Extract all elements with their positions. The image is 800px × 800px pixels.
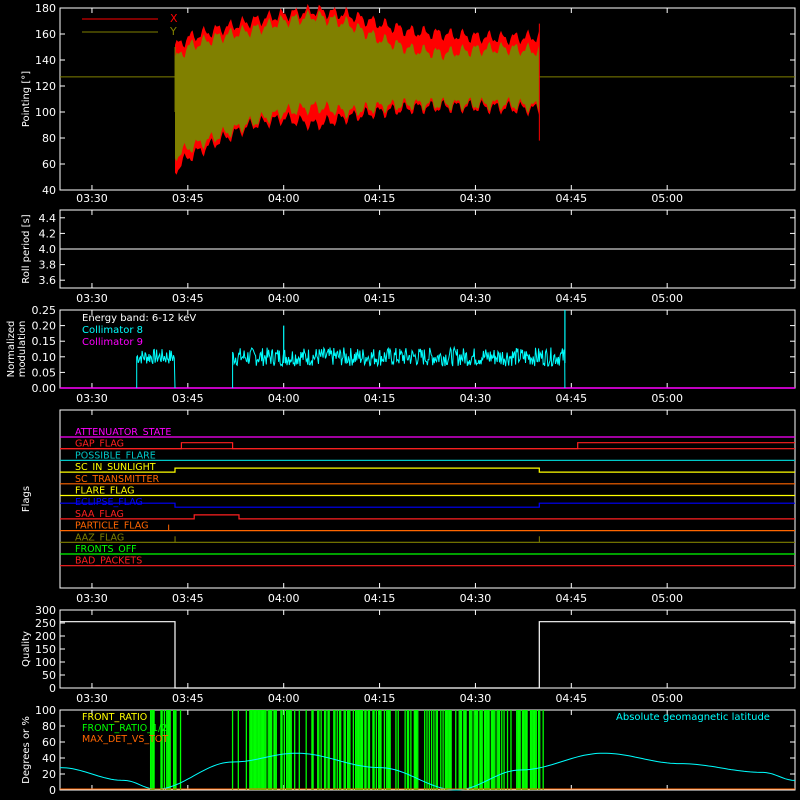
geomag-ytick-label: 0	[49, 784, 56, 797]
modulation-ylabel: Normalized	[6, 321, 17, 378]
legend-front-ratio-1-2: FRONT_RATIO_1/2	[82, 723, 167, 734]
flags-ylabel: Flags	[21, 486, 32, 512]
roll-xtick-label: 04:45	[555, 292, 587, 305]
geomag-ytick-label: 100	[35, 704, 56, 717]
pointing-ytick-label: 120	[35, 80, 56, 93]
pointing-ytick-label: 160	[35, 28, 56, 41]
roll-xtick-label: 04:30	[460, 292, 492, 305]
modulation-xtick-label: 04:30	[460, 392, 492, 405]
roll-ytick-label: 3.8	[39, 259, 57, 272]
quality-ytick-label: 300	[35, 604, 56, 617]
modulation-ytick-label: 0.00	[32, 382, 57, 395]
legend-max-det-vs-tot: MAX_DET_VS_TOT	[82, 734, 168, 745]
quality-xtick-label: 04:30	[460, 692, 492, 705]
pointing-ytick-label: 180	[35, 2, 56, 15]
roll-xtick-label: 04:00	[268, 292, 300, 305]
flags-xtick-label: 04:45	[555, 592, 587, 605]
legend-label-x: X	[170, 12, 178, 25]
pointing-xtick-label: 03:30	[76, 192, 108, 205]
flags-xtick-label: 04:15	[364, 592, 396, 605]
legend-collimator-9: Collimator 9	[82, 337, 143, 348]
modulation-xtick-label: 03:45	[172, 392, 204, 405]
roll-ytick-label: 4.4	[39, 212, 57, 225]
flag-label-saa-flag: SAA_FLAG	[75, 509, 124, 520]
geomag-ytick-label: 80	[42, 720, 56, 733]
quality-xtick-label: 05:00	[651, 692, 683, 705]
geomag-ylabel: Degrees or %	[21, 716, 32, 784]
flag-label-particle-flag: PARTICLE_FLAG	[75, 521, 148, 532]
quality-xtick-label: 04:45	[555, 692, 587, 705]
modulation-ytick-label: 0.15	[32, 335, 57, 348]
geomag-ytick-label: 20	[42, 768, 56, 781]
quality-ytick-label: 0	[49, 682, 56, 695]
modulation-xtick-label: 03:30	[76, 392, 108, 405]
flag-label-aaz-flag: AAZ_FLAG	[75, 532, 124, 543]
pointing-ytick-label: 80	[42, 132, 56, 145]
quality-ytick-label: 100	[35, 656, 56, 669]
latitude-annotation: Absolute geomagnetic latitude	[616, 712, 770, 723]
flags-xtick-label: 03:45	[172, 592, 204, 605]
legend-label-y: Y	[169, 25, 177, 38]
legend-title: Energy band: 6-12 keV	[82, 313, 196, 324]
modulation-ytick-label: 0.05	[32, 366, 57, 379]
modulation-xtick-label: 04:15	[364, 392, 396, 405]
pointing-ytick-label: 60	[42, 158, 56, 171]
quality-xtick-label: 03:30	[76, 692, 108, 705]
pointing-ytick-label: 40	[42, 184, 56, 197]
roll-ytick-label: 4.2	[39, 227, 57, 240]
roll-xtick-label: 05:00	[651, 292, 683, 305]
roll-ylabel: Roll period [s]	[21, 214, 32, 283]
flag-label-flare-flag: FLARE_FLAG	[75, 486, 135, 497]
flag-label-bad-packets: BAD_PACKETS	[75, 556, 142, 567]
pointing-xtick-label: 04:45	[555, 192, 587, 205]
pointing-xtick-label: 05:00	[651, 192, 683, 205]
legend-front-ratio: FRONT_RATIO	[82, 712, 147, 723]
pointing-ytick-label: 100	[35, 106, 56, 119]
roll-xtick-label: 03:30	[76, 292, 108, 305]
flag-label-gap-flag: GAP_FLAG	[75, 439, 124, 450]
modulation-ytick-label: 0.25	[32, 304, 57, 317]
quality-xtick-label: 04:15	[364, 692, 396, 705]
flag-label-attenuator-state: ATTENUATOR_STATE	[75, 427, 171, 438]
flags-xtick-label: 03:30	[76, 592, 108, 605]
pointing-xtick-label: 03:45	[172, 192, 204, 205]
flags-xtick-label: 04:00	[268, 592, 300, 605]
modulation-xtick-label: 05:00	[651, 392, 683, 405]
modulation-xtick-label: 04:00	[268, 392, 300, 405]
flags-xtick-label: 04:30	[460, 592, 492, 605]
modulation-ytick-label: 0.20	[32, 320, 57, 333]
flag-label-possible-flare: POSSIBLE_FLARE	[75, 450, 156, 461]
pointing-xtick-label: 04:00	[268, 192, 300, 205]
modulation-xtick-label: 04:45	[555, 392, 587, 405]
quality-ytick-label: 200	[35, 630, 56, 643]
roll-xtick-label: 03:45	[172, 292, 204, 305]
quality-ytick-label: 150	[35, 643, 56, 656]
flag-label-sc-transmitter: SC_TRANSMITTER	[75, 474, 160, 485]
flag-label-fronts-off: FRONTS_OFF	[75, 544, 137, 555]
roll-ytick-label: 4.0	[39, 243, 57, 256]
quality-xtick-label: 04:00	[268, 692, 300, 705]
quality-ylabel: Quality	[21, 631, 32, 667]
roll-xtick-label: 04:15	[364, 292, 396, 305]
flag-label-sc-in-sunlight: SC_IN_SUNLIGHT	[75, 462, 156, 473]
roll-ytick-label: 3.6	[39, 274, 57, 287]
flags-xtick-label: 05:00	[651, 592, 683, 605]
geomag-ytick-label: 40	[42, 752, 56, 765]
geomag-ytick-label: 60	[42, 736, 56, 749]
rhessi-summary-plot: 03:30 03:45 04:00 04:15 04:30 04:45 05:00 40 60 8…	[0, 0, 800, 800]
pointing-ytick-label: 140	[35, 54, 56, 67]
pointing-ylabel: Pointing [°]	[21, 71, 32, 127]
modulation-ytick-label: 0.10	[32, 351, 57, 364]
legend-collimator-8: Collimator 8	[82, 325, 143, 336]
quality-xtick-label: 03:45	[172, 692, 204, 705]
pointing-xtick-label: 04:30	[460, 192, 492, 205]
quality-ytick-label: 50	[42, 669, 56, 682]
flag-label-eclipse-flag: ECLIPSE_FLAG	[75, 497, 143, 508]
modulation-ylabel: modulation	[17, 321, 28, 378]
quality-ytick-label: 250	[35, 617, 56, 630]
pointing-xtick-label: 04:15	[364, 192, 396, 205]
